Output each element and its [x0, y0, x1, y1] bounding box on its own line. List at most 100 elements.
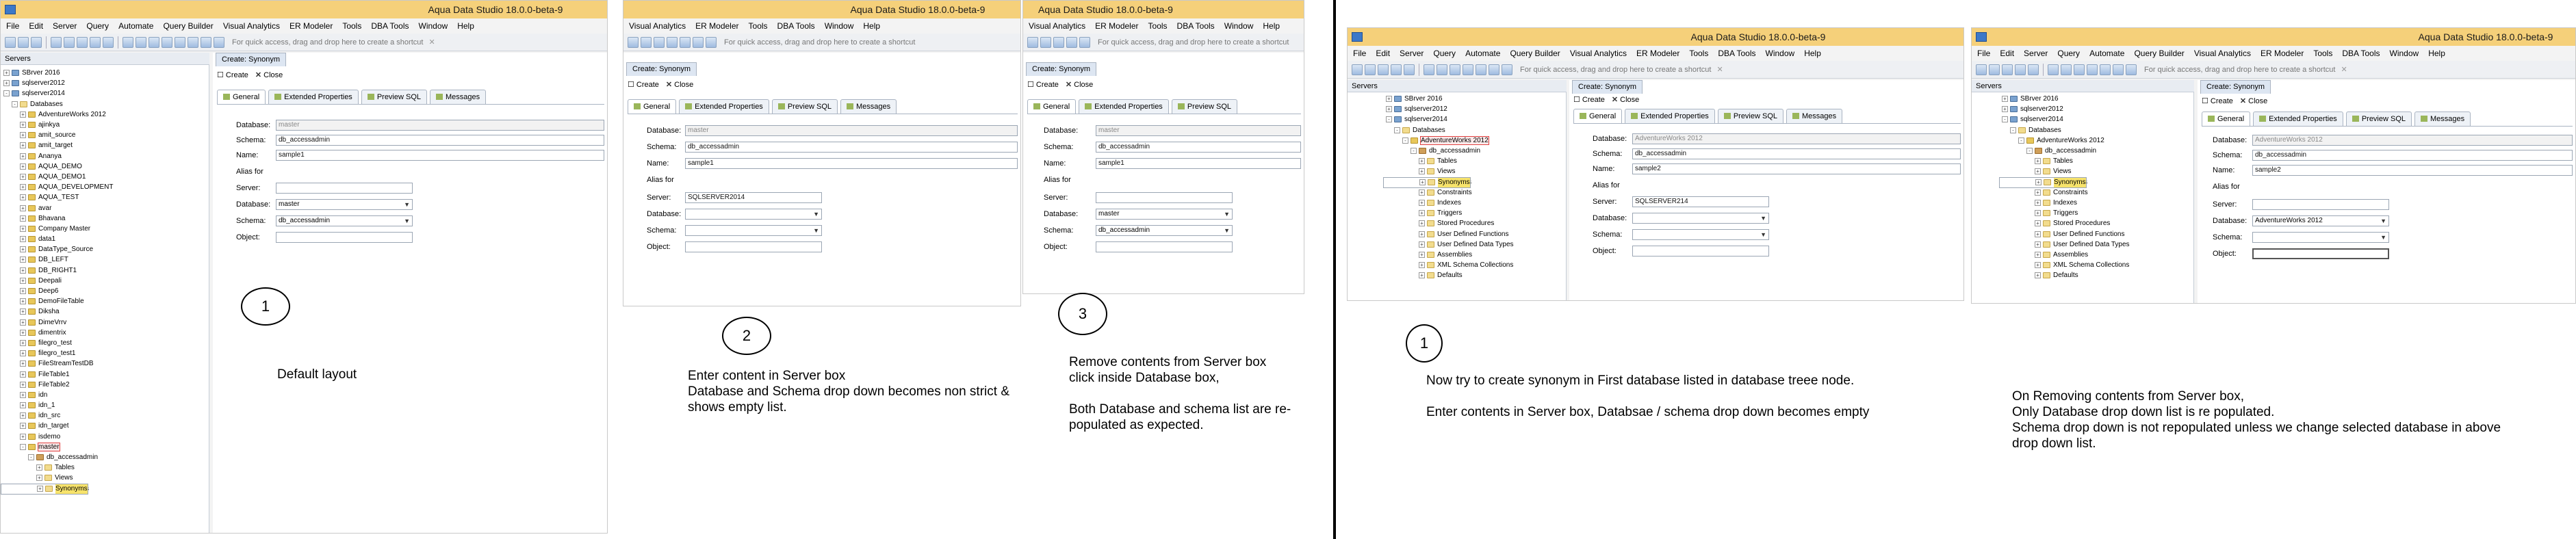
tree-item[interactable]: + Diksha	[1, 306, 209, 317]
expand-icon[interactable]: +	[2002, 106, 2008, 113]
expand-icon[interactable]: +	[20, 350, 26, 357]
collapse-icon[interactable]: -	[28, 454, 34, 461]
expand-icon[interactable]: +	[20, 319, 26, 326]
toolbar-button-icon[interactable]	[1391, 64, 1402, 75]
tree-item[interactable]: + Synonyms	[1999, 176, 2087, 188]
toolbar-button-icon[interactable]	[214, 36, 224, 48]
menu-query[interactable]: Query	[2057, 49, 2080, 58]
expand-icon[interactable]: +	[20, 184, 26, 191]
create-button[interactable]: ☐ Create	[628, 80, 659, 90]
expand-icon[interactable]: +	[1386, 106, 1392, 113]
tree-item[interactable]: + Indexes	[1999, 198, 2193, 208]
expand-icon[interactable]: +	[36, 475, 42, 482]
tree-item[interactable]: - sqlserver2014	[1, 88, 209, 98]
tree-item[interactable]: + data1	[1, 234, 209, 244]
toolbar-button-icon[interactable]	[162, 36, 172, 48]
menu-query[interactable]: Query	[86, 21, 109, 31]
tree-item[interactable]: - AdventureWorks 2012	[1999, 135, 2193, 146]
toolbar-button-icon[interactable]	[628, 36, 639, 48]
schema-field[interactable]: db_accessadmin	[1632, 148, 1961, 159]
name-field[interactable]: sample1	[276, 150, 604, 161]
toolbar-button-icon[interactable]	[103, 36, 114, 48]
menu-er-modeler[interactable]: ER Modeler	[289, 21, 333, 31]
expand-icon[interactable]: +	[36, 464, 42, 471]
toolbar-button-icon[interactable]	[706, 36, 717, 48]
expand-icon[interactable]: +	[20, 402, 26, 409]
alias-database-dropdown[interactable]: master ▼	[1096, 209, 1233, 220]
menu-help[interactable]: Help	[1804, 49, 1821, 58]
expand-icon[interactable]: +	[1419, 262, 1425, 269]
expand-icon[interactable]: +	[2035, 210, 2041, 217]
create-button[interactable]: ☐ Create	[1027, 80, 1059, 90]
alias-schema-dropdown[interactable]: ▼	[2252, 232, 2389, 243]
tree-item[interactable]: + DataType_Source	[1, 244, 209, 254]
schema-field[interactable]: db_accessadmin	[276, 135, 604, 146]
object-field[interactable]	[2252, 248, 2389, 259]
tree-item[interactable]: + Assemblies	[1999, 250, 2193, 260]
tree-item[interactable]: + Constraints	[1383, 187, 1566, 198]
menu-er-modeler[interactable]: ER Modeler	[2261, 49, 2304, 58]
close-icon[interactable]: ✕	[428, 38, 435, 47]
menu-help[interactable]: Help	[1263, 21, 1280, 31]
tab-extended-properties[interactable]: Extended Properties	[1079, 99, 1169, 114]
tree-item[interactable]: + ajinkya	[1, 120, 209, 130]
tab-create-synonym[interactable]: Create: Synonym	[1572, 80, 1643, 94]
toolbar-button-icon[interactable]	[188, 36, 198, 48]
tree-item[interactable]: - master	[1, 442, 209, 452]
tree-item[interactable]: + AQUA_DEMO1	[1, 172, 209, 182]
toolbar-button-icon[interactable]	[136, 36, 146, 48]
toolbar-button-icon[interactable]	[123, 36, 133, 48]
menu-visual-analytics[interactable]: Visual Analytics	[629, 21, 686, 31]
name-field[interactable]: sample1	[685, 158, 1018, 169]
expand-icon[interactable]: +	[1419, 272, 1425, 279]
menu-edit[interactable]: Edit	[2000, 49, 2014, 58]
expand-icon[interactable]: +	[1419, 251, 1425, 258]
toolbar-button-icon[interactable]	[654, 36, 665, 48]
tree-item[interactable]: + Triggers	[1999, 208, 2193, 218]
menu-server[interactable]: Server	[53, 21, 77, 31]
tree-item[interactable]: + isdemo	[1, 432, 209, 442]
toolbar-button-icon[interactable]	[2048, 64, 2059, 75]
toolbar-button-icon[interactable]	[31, 36, 42, 48]
tree-item[interactable]: - sqlserver2014	[1999, 114, 2193, 124]
tree-item[interactable]: + Constraints	[1999, 187, 2193, 198]
menu-window[interactable]: Window	[1224, 21, 1254, 31]
tree-item[interactable]: + Tables	[1999, 156, 2193, 166]
tab-general[interactable]: General	[628, 99, 677, 114]
tree-item[interactable]: + avar	[1, 202, 209, 213]
expand-icon[interactable]: +	[20, 257, 26, 263]
expand-icon[interactable]: +	[20, 329, 26, 336]
expand-icon[interactable]: +	[20, 142, 26, 149]
menu-tools[interactable]: Tools	[342, 21, 361, 31]
name-field[interactable]: sample2	[1632, 163, 1961, 174]
expand-icon[interactable]: +	[20, 433, 26, 440]
menu-query-builder[interactable]: Query Builder	[163, 21, 213, 31]
tree-item[interactable]: + Company Master	[1, 224, 209, 234]
menu-dba-tools[interactable]: DBA Tools	[777, 21, 815, 31]
tree-item[interactable]: + Synonyms	[1, 483, 88, 495]
name-field[interactable]: sample2	[2252, 165, 2573, 176]
tree-item[interactable]: + Views	[1, 473, 209, 483]
tree-item[interactable]: + Defaults	[1383, 270, 1566, 280]
expand-icon[interactable]: +	[1419, 220, 1425, 227]
tab-preview-sql[interactable]: Preview SQL	[1171, 99, 1238, 114]
tree-item[interactable]: + Deep6	[1, 286, 209, 296]
menu-tools[interactable]: Tools	[1148, 21, 1168, 31]
alias-schema-dropdown[interactable]: ▼	[685, 225, 822, 236]
close-icon[interactable]: ✕	[2341, 66, 2347, 74]
tree-item[interactable]: + Views	[1999, 166, 2193, 176]
expand-icon[interactable]: +	[20, 298, 26, 305]
tab-preview-sql[interactable]: Preview SQL	[1717, 109, 1784, 123]
toolbar-button-icon[interactable]	[2028, 64, 2039, 75]
expand-icon[interactable]: +	[20, 173, 26, 180]
menu-er-modeler[interactable]: ER Modeler	[1636, 49, 1679, 58]
expand-icon[interactable]: +	[2035, 220, 2041, 227]
toolbar-button-icon[interactable]	[1352, 64, 1363, 75]
toolbar-button-icon[interactable]	[1365, 64, 1376, 75]
menu-er-modeler[interactable]: ER Modeler	[1095, 21, 1138, 31]
toolbar-button-icon[interactable]	[1378, 64, 1389, 75]
tree-item[interactable]: - AdventureWorks 2012	[1383, 135, 1566, 146]
tree-item[interactable]: + Deepali	[1, 276, 209, 286]
tab-extended-properties[interactable]: Extended Properties	[268, 90, 359, 104]
collapse-icon[interactable]: -	[1394, 127, 1400, 133]
